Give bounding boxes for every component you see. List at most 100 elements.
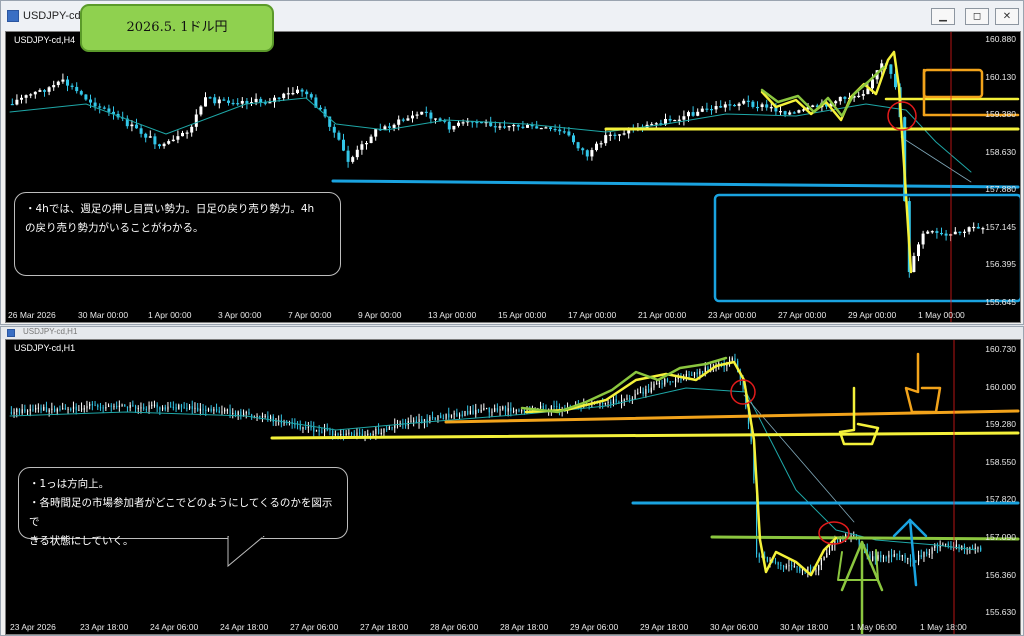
time-axis-label: 30 Mar 00:00 [78,310,129,320]
candle-body [342,139,345,151]
candle-body [52,85,56,88]
candle-body [27,410,29,412]
candle-body [313,427,315,432]
candle-body [130,124,134,127]
candle-body [521,410,523,412]
candle-body [213,409,215,412]
price-axis-label: 157.820 [985,494,1016,505]
chart-window-h1[interactable]: USDJPY-cd,H1 USDJPY-cd,H1 160.730 160.000… [0,326,1024,636]
candle-body [135,406,137,409]
candle-body [493,126,497,128]
candle-body [626,398,628,400]
candle-body [799,566,801,572]
candle-body [332,126,336,133]
candle-body [75,406,77,411]
candle-body [296,89,299,94]
candle-body [921,233,925,245]
candle-body [447,121,451,130]
candle-body [457,122,460,126]
time-axis-label: 3 Apr 00:00 [218,310,262,320]
candle-body [145,408,147,411]
time-axis-label: 9 Apr 00:00 [358,310,402,320]
candle-body [365,143,368,145]
candle-body [912,256,916,272]
candle-body [461,414,463,416]
candle-body [139,128,143,134]
candle-body [792,112,796,114]
candle-body [162,143,166,147]
candle-body [700,108,704,112]
candle-body [236,103,240,105]
minimize-button[interactable]: ▁ [931,8,955,25]
restore-button[interactable]: ◻ [965,8,989,25]
candle-body [33,91,37,95]
candle-body [319,107,322,110]
candle-body [622,133,626,135]
candle-body [24,95,28,98]
candle-body [934,545,936,549]
candle-body [469,410,471,415]
candle-body [475,121,479,124]
price-chart-h1[interactable]: USDJPY-cd,H1 160.730 160.000 159.280 158.55… [5,339,1021,635]
candle-body [140,407,142,409]
note-line: ・各時間足の市場参加者がどこでどのようにしてくるのかを図示で [29,497,333,528]
candle-body [742,100,746,104]
candle-body [516,124,520,127]
candle-body [374,129,378,137]
candle-body [15,99,19,105]
candle-body [356,432,358,436]
candle-body [91,404,93,406]
candle-body [388,126,391,128]
candle-body [558,129,562,132]
candle-body [453,413,455,415]
candle-body [567,131,571,136]
candle-body [945,543,947,545]
candle-body [107,108,111,112]
window-titlebar[interactable]: USDJPY-cd,H1 [1,327,1023,339]
close-button[interactable]: ✕ [995,8,1019,25]
candle-body [955,544,957,548]
candle-body [277,97,281,99]
candle-body [10,104,14,106]
candle-body [158,144,161,147]
time-axis-label: 26 Mar 2026 [8,310,56,320]
note-line: の戻り売り勢力がいることがわかる。 [25,222,204,234]
candle-body [972,547,974,549]
candle-body [132,404,134,407]
candle-body [369,433,372,435]
candle-body [909,558,912,562]
candle-body [37,407,39,409]
candle-body [642,391,644,394]
candle-body [599,143,603,145]
time-axis-label: 23 Apr 18:00 [80,622,129,632]
candle-body [668,118,672,121]
candle-body [13,411,15,414]
candle-body [612,399,615,404]
price-chart-h4[interactable]: USDJPY-cd,H4 160.880 160.130 159.380 158.63… [5,31,1021,323]
candle-body [380,432,382,434]
candle-body [208,97,212,99]
candle-body [765,104,769,108]
time-axis-label: 13 Apr 00:00 [428,310,477,320]
candle-body [523,410,525,412]
chart-window-icon [7,10,19,22]
price-axis-label: 157.090 [985,532,1016,542]
candle-body [507,408,509,412]
candle-body [472,410,474,415]
candlestick-chart-h4[interactable] [6,32,1020,322]
candle-body [650,387,652,393]
candle-body [677,119,681,121]
candle-body [450,414,453,418]
candle-body [388,426,390,430]
candle-body [704,367,706,373]
candle-body [615,399,617,403]
candle-body [673,119,677,122]
candle-body [639,391,642,394]
candle-body [783,565,785,568]
candle-body [231,102,235,105]
candle-body [486,407,488,410]
candle-body [719,106,723,108]
candle-body [793,566,795,568]
candle-body [227,100,230,103]
candle-body [944,233,948,236]
